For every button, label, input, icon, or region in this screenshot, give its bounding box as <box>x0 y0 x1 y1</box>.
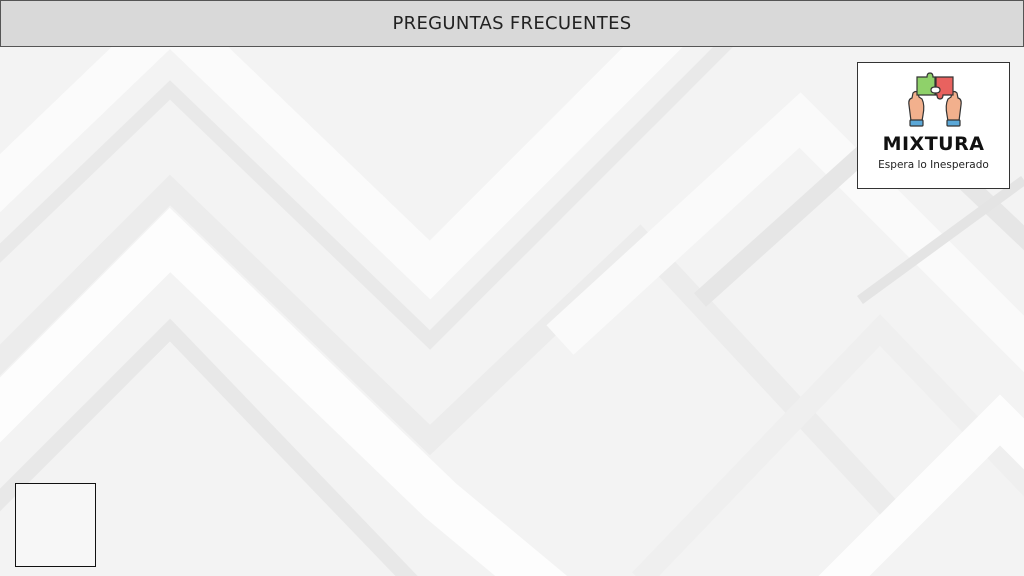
mixtura-logo: MIXTURA Espera lo Inesperado <box>857 62 1010 189</box>
logo-tagline: Espera lo Inesperado <box>878 159 989 171</box>
logo-name: MIXTURA <box>882 133 985 155</box>
hands-puzzle-icon <box>908 72 962 127</box>
page-header: PREGUNTAS FRECUENTES <box>0 0 1024 47</box>
page-title: PREGUNTAS FRECUENTES <box>392 13 632 34</box>
navigation-button[interactable] <box>15 483 96 567</box>
